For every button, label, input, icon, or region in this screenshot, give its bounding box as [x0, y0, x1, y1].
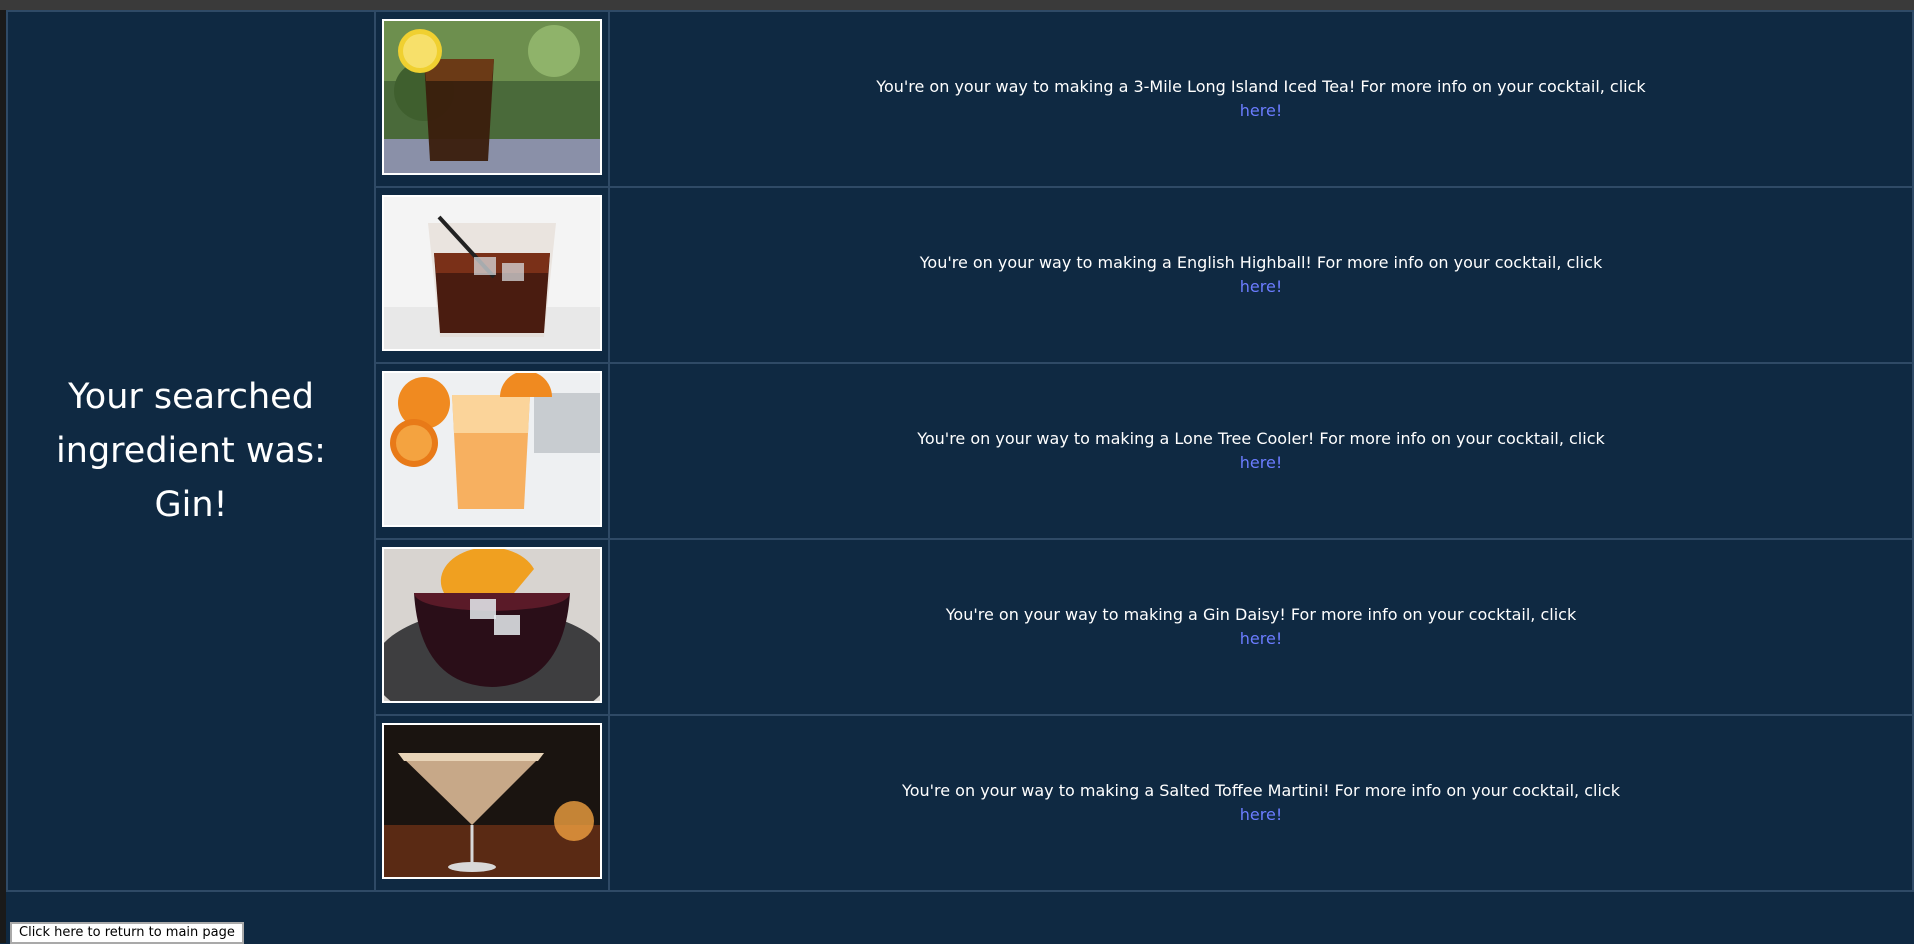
results-table: Your searched ingredient was: Gin! You'r… — [6, 10, 1914, 892]
cocktail-info-link[interactable]: here! — [1240, 629, 1282, 648]
cocktail-info-link[interactable]: here! — [1240, 101, 1282, 120]
cocktail-image-cell — [374, 186, 610, 364]
table-row: Your searched ingredient was: Gin! You'r… — [6, 10, 1914, 892]
cocktail-message: You're on your way to making a 3-Mile Lo… — [876, 77, 1646, 96]
cocktail-image-cell — [374, 714, 610, 892]
results-page: Your searched ingredient was: Gin! You'r… — [6, 10, 1914, 944]
cocktail-info-link[interactable]: here! — [1240, 805, 1282, 824]
cocktail-message-cell: You're on your way to making a Gin Daisy… — [608, 538, 1914, 716]
cocktail-info-link[interactable]: here! — [1240, 453, 1282, 472]
cocktail-image-cell — [374, 538, 610, 716]
highball-glass-image — [382, 195, 602, 351]
cocktail-message: You're on your way to making a Salted To… — [902, 781, 1620, 800]
cocktail-message-cell: You're on your way to making a 3-Mile Lo… — [608, 10, 1914, 188]
iced-tea-glass-image — [382, 19, 602, 175]
orange-cooler-image — [382, 371, 602, 527]
gin-daisy-image — [382, 547, 602, 703]
cocktail-image-cell — [374, 10, 610, 188]
cocktail-message: You're on your way to making a English H… — [919, 253, 1603, 272]
cocktail-message: You're on your way to making a Gin Daisy… — [945, 605, 1577, 624]
cocktail-message-cell: You're on your way to making a Lone Tree… — [608, 362, 1914, 540]
browser-top-bar — [0, 0, 1914, 10]
cocktail-info-link[interactable]: here! — [1240, 277, 1282, 296]
ingredient-cell: Your searched ingredient was: Gin! — [6, 10, 376, 892]
cocktail-image-cell — [374, 362, 610, 540]
searched-ingredient-heading: Your searched ingredient was: Gin! — [56, 377, 326, 525]
cocktail-message-cell: You're on your way to making a English H… — [608, 186, 1914, 364]
cocktail-message: You're on your way to making a Lone Tree… — [917, 429, 1605, 448]
cocktail-message-cell: You're on your way to making a Salted To… — [608, 714, 1914, 892]
return-to-main-button[interactable]: Click here to return to main page — [10, 922, 244, 944]
martini-glass-image — [382, 723, 602, 879]
